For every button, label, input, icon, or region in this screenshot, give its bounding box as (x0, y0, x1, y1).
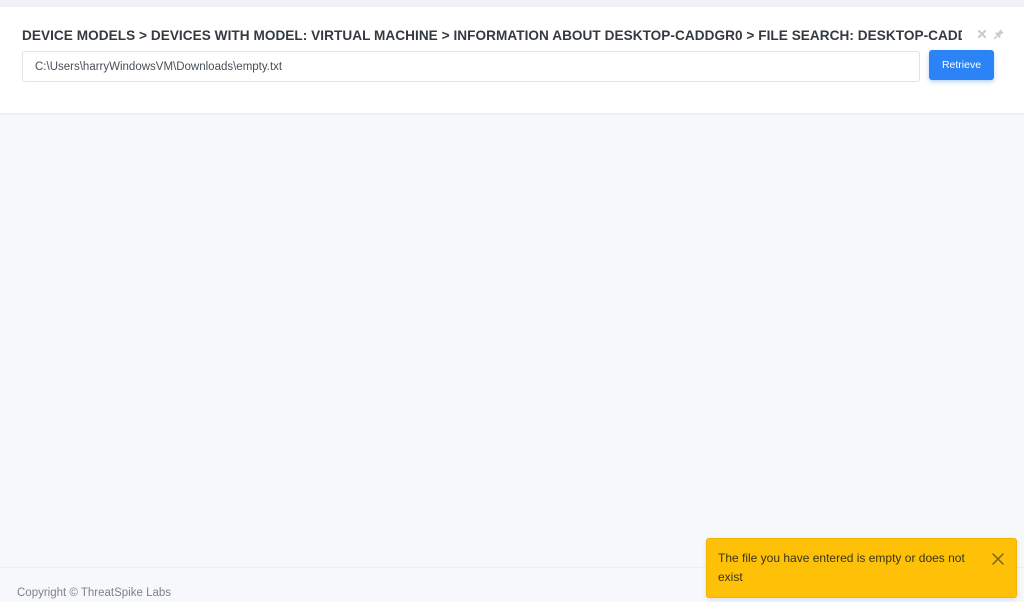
file-search-page: DEVICE MODELS > DEVICES WITH MODEL: VIRT… (0, 0, 1024, 602)
card-tools (976, 28, 1005, 40)
pin-icon[interactable] (993, 28, 1005, 40)
retrieve-button[interactable]: Retrieve (929, 50, 994, 80)
breadcrumb: DEVICE MODELS > DEVICES WITH MODEL: VIRT… (22, 28, 962, 43)
top-strip (0, 0, 1024, 7)
close-icon[interactable] (990, 551, 1006, 567)
toast-message: The file you have entered is empty or do… (718, 551, 965, 584)
file-search-card: DEVICE MODELS > DEVICES WITH MODEL: VIRT… (0, 7, 1024, 114)
file-path-input[interactable] (22, 51, 920, 82)
copyright-text: Copyright © ThreatSpike Labs (17, 587, 172, 599)
warning-toast: The file you have entered is empty or do… (706, 538, 1017, 598)
close-icon[interactable] (976, 28, 988, 40)
